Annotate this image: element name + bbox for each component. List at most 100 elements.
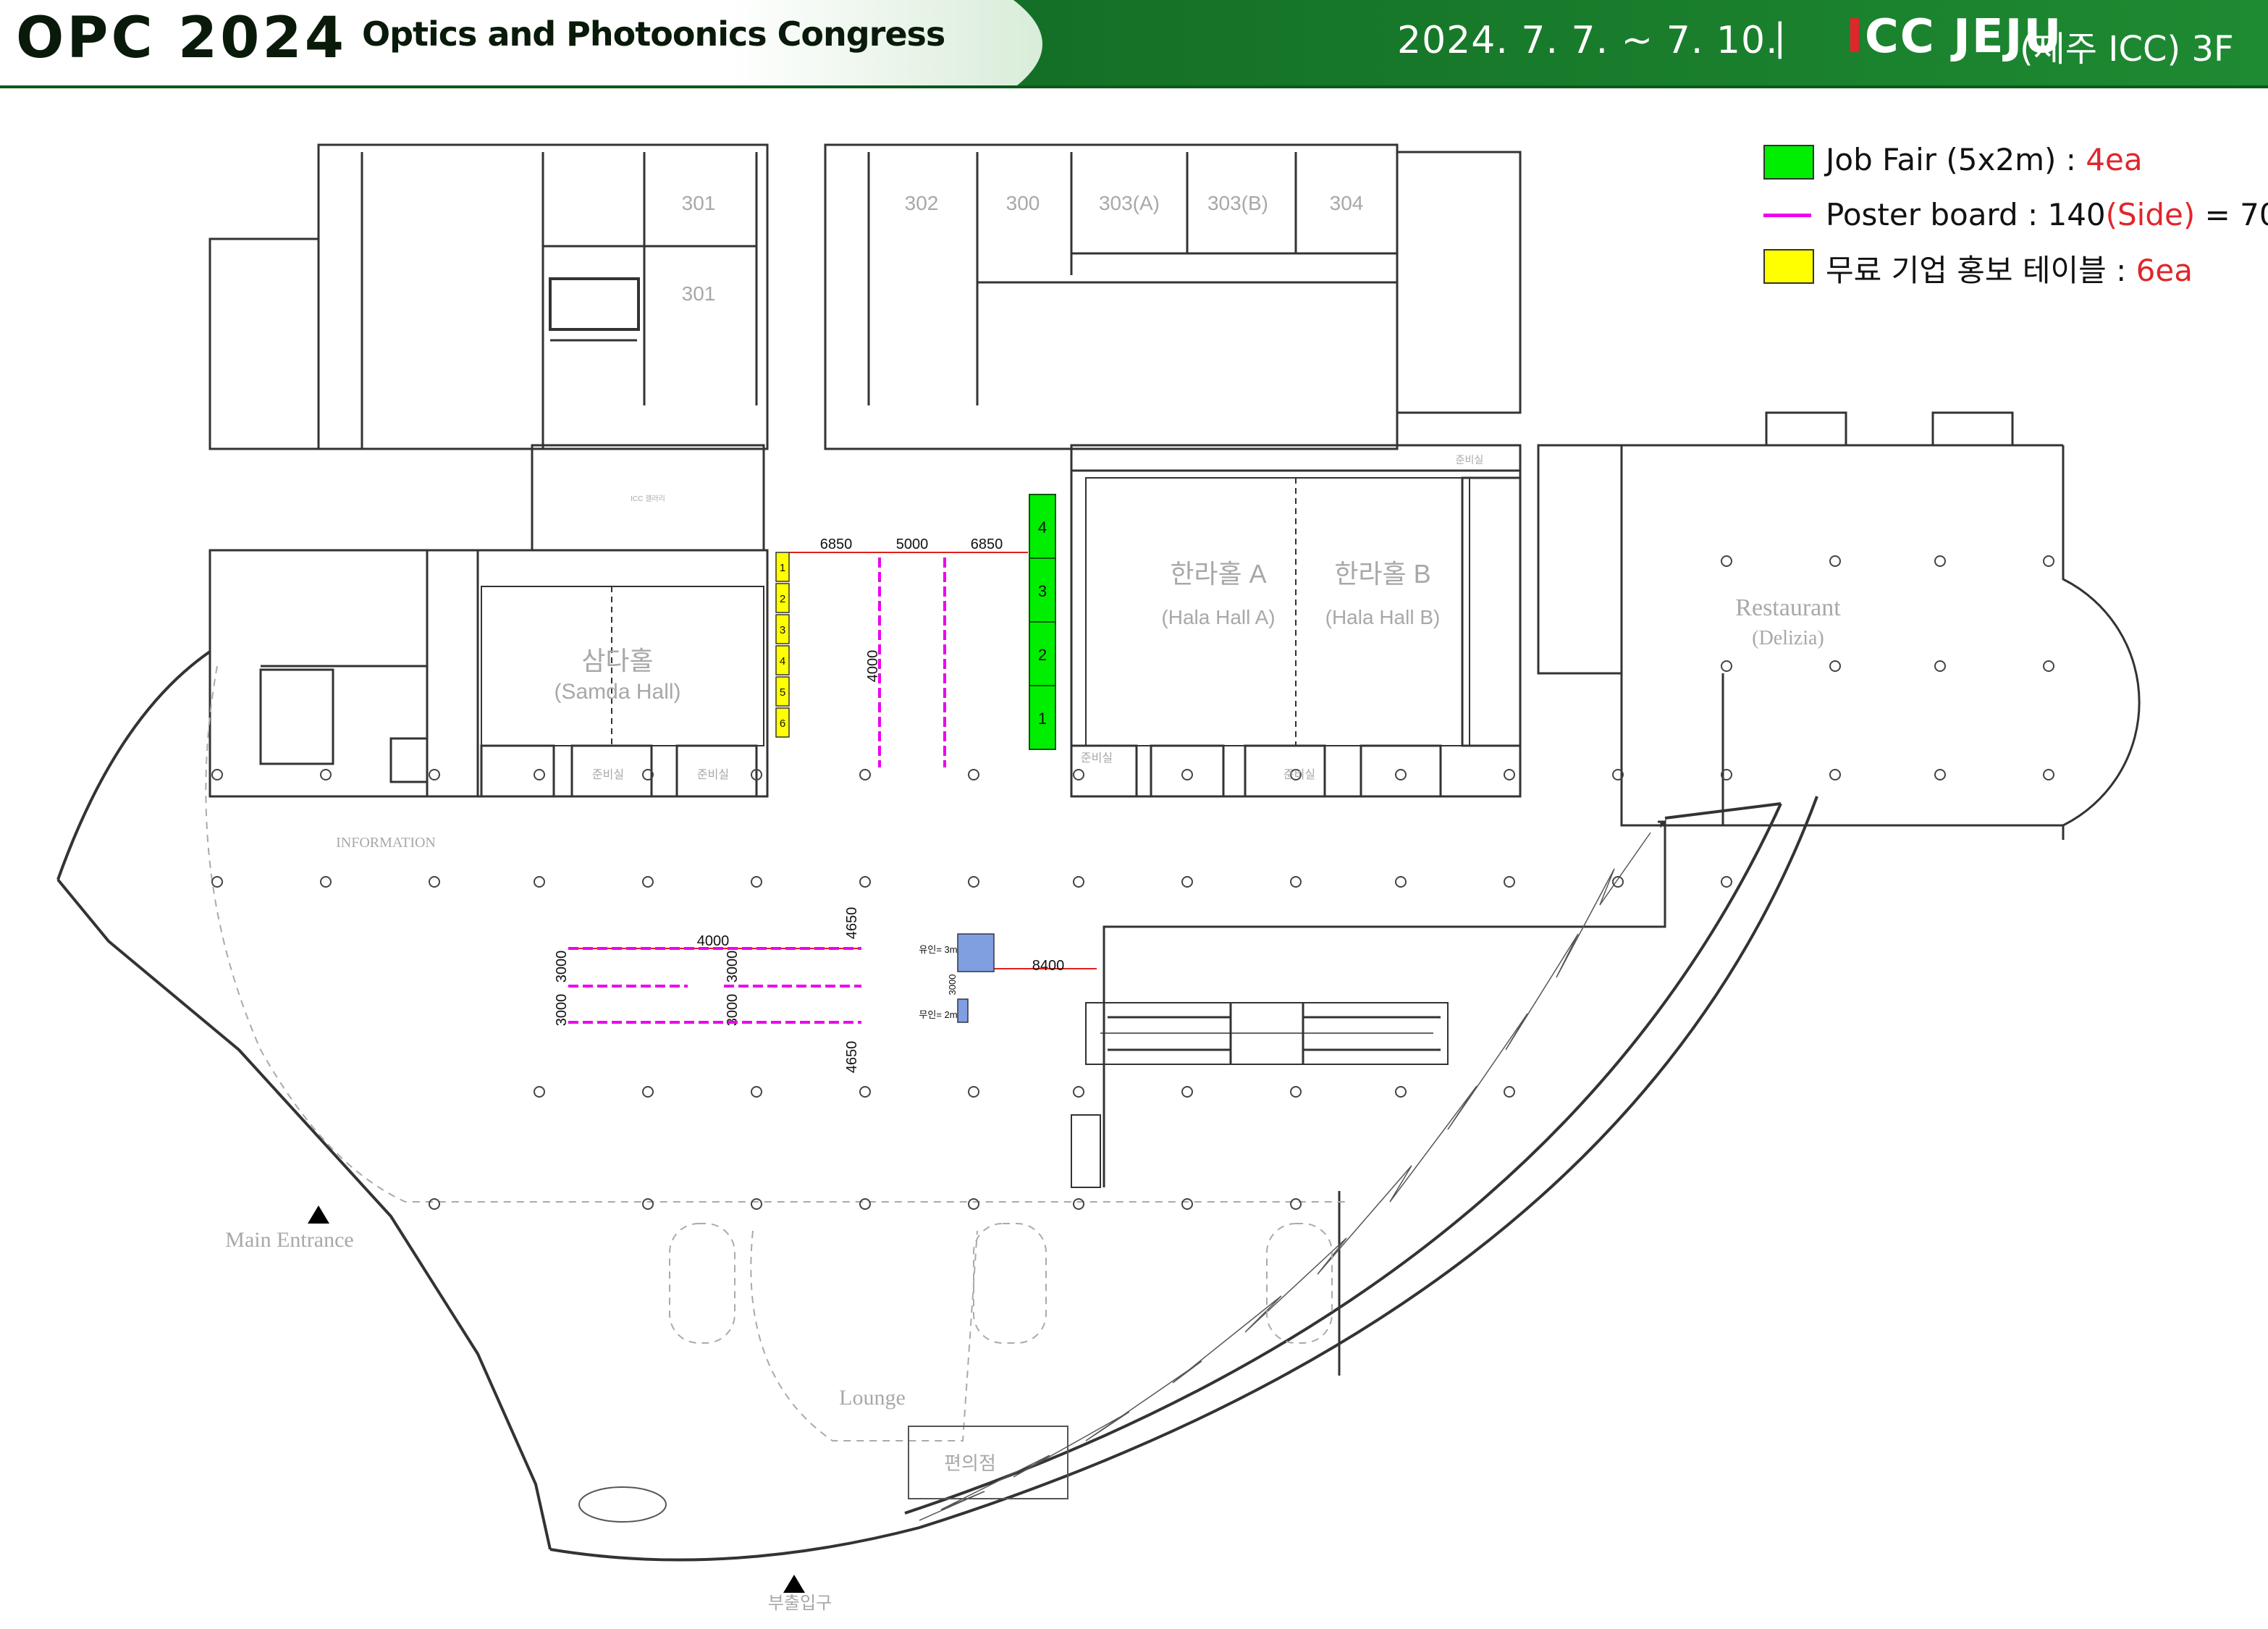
promo-table-number: 6 xyxy=(780,717,785,730)
venue-floor: (제주 ICC) 3F xyxy=(2020,29,2234,70)
promo-table-number: 5 xyxy=(780,686,785,699)
dim-3000-a: 3000 xyxy=(554,951,570,983)
room-301-upper: 301 xyxy=(682,192,716,214)
paid-booth-block xyxy=(957,933,995,972)
convenience-store-label: 편의점 xyxy=(944,1452,996,1474)
sub-entrance-arrow-icon xyxy=(783,1575,805,1593)
column-marker xyxy=(1395,1086,1407,1098)
column-marker xyxy=(429,769,440,780)
outer-wall-west xyxy=(56,650,211,880)
column-marker xyxy=(1721,876,1732,888)
column-marker xyxy=(1073,1198,1084,1210)
free-booth-block xyxy=(957,998,969,1023)
column-marker xyxy=(1395,769,1407,780)
column-marker xyxy=(642,1198,654,1210)
column-marker xyxy=(1829,660,1841,672)
job-fair-booth-number: 2 xyxy=(1038,646,1047,664)
restaurant-label: Restaurant xyxy=(1735,594,1841,621)
column-marker xyxy=(320,876,332,888)
column-marker xyxy=(211,876,223,888)
column-marker xyxy=(1504,1086,1515,1098)
column-marker xyxy=(429,876,440,888)
column-marker xyxy=(1290,876,1302,888)
job-fair-booth-number: 4 xyxy=(1038,518,1047,536)
column-marker xyxy=(534,876,545,888)
free-booth-label: 무인= 2m xyxy=(919,1009,957,1020)
promo-table-number: 1 xyxy=(780,562,785,574)
floor-plan: 301 301 302 300 303(A) 303(B) 304 삼다홀 (S… xyxy=(56,143,2141,1613)
column-markers xyxy=(211,555,2054,1210)
column-marker xyxy=(1290,1198,1302,1210)
column-marker xyxy=(859,769,871,780)
column-marker xyxy=(1073,1086,1084,1098)
dim-6850-left: 6850 xyxy=(820,536,853,552)
main-entrance-arrow-icon xyxy=(308,1205,329,1224)
promo-tables: 1 2 3 4 5 6 xyxy=(775,552,790,738)
column-marker xyxy=(1504,876,1515,888)
column-marker xyxy=(534,769,545,780)
column-marker xyxy=(1181,1086,1193,1098)
column-marker xyxy=(1073,876,1084,888)
prep-room-halla-3: 준비실 xyxy=(1456,454,1484,466)
main-entrance-label: Main Entrance xyxy=(225,1228,353,1252)
column-marker xyxy=(1829,769,1841,780)
room-303a: 303(A) xyxy=(1099,192,1160,214)
dim-3000-booth: 3000 xyxy=(947,975,958,996)
column-marker xyxy=(320,769,332,780)
column-marker xyxy=(1934,660,1946,672)
column-marker xyxy=(968,769,979,780)
job-fair-booth-number: 3 xyxy=(1038,582,1047,600)
venue-logo-accent: I xyxy=(1846,10,1865,64)
column-marker xyxy=(642,876,654,888)
lounge-label: Lounge xyxy=(839,1386,906,1410)
prep-room-halla-2: 준비실 xyxy=(1283,768,1315,781)
column-marker xyxy=(1181,769,1193,780)
column-marker xyxy=(1181,1198,1193,1210)
column-marker xyxy=(968,876,979,888)
column-marker xyxy=(751,1198,762,1210)
column-marker xyxy=(429,1198,440,1210)
column-marker xyxy=(642,1086,654,1098)
column-marker xyxy=(1721,660,1732,672)
halla-hall-a-label-ko: 한라홀 A xyxy=(1170,559,1266,589)
samda-hall-label-ko: 삼다홀 xyxy=(581,646,653,675)
column-marker xyxy=(1181,876,1193,888)
column-marker xyxy=(1504,769,1515,780)
dim-4650-lower: 4650 xyxy=(844,1041,860,1074)
prep-room-samda-2: 준비실 xyxy=(697,768,729,781)
event-dates: 2024. 7. 7. ~ 7. 10. xyxy=(1397,19,1779,62)
wall-block-north-center xyxy=(824,143,1399,450)
column-marker xyxy=(859,1086,871,1098)
promo-table-number: 3 xyxy=(780,624,785,636)
room-302: 302 xyxy=(905,192,939,214)
halla-hall-a-label-en: (Hala Hall A) xyxy=(1161,606,1275,628)
halla-hall-b-label-ko: 한라홀 B xyxy=(1334,559,1430,589)
dim-3000-b: 3000 xyxy=(554,994,570,1027)
event-code: OPC 2024 xyxy=(16,6,347,71)
dim-6850-right: 6850 xyxy=(971,536,1003,552)
prep-room-samda-1: 준비실 xyxy=(592,768,624,781)
column-marker xyxy=(751,1086,762,1098)
icc-gallery-label: ICC 갤러리 xyxy=(631,494,665,503)
column-marker xyxy=(1934,555,1946,567)
paid-booth-label: 유인= 3m xyxy=(919,944,957,955)
column-marker xyxy=(211,769,223,780)
room-300: 300 xyxy=(1006,192,1040,214)
column-marker xyxy=(1829,555,1841,567)
column-marker xyxy=(2043,660,2054,672)
column-marker xyxy=(1073,769,1084,780)
column-marker xyxy=(1395,876,1407,888)
sub-entrance-label: 부출입구 xyxy=(768,1594,832,1613)
event-name: Optics and Photoonics Congress xyxy=(362,14,945,54)
dim-4650-upper: 4650 xyxy=(844,907,860,940)
column-marker xyxy=(1934,769,1946,780)
prep-room-halla-1: 준비실 xyxy=(1081,752,1113,765)
promo-table-number: 2 xyxy=(780,593,785,605)
column-marker xyxy=(2043,769,2054,780)
job-fair-booth-number: 1 xyxy=(1038,710,1047,728)
column-marker xyxy=(968,1198,979,1210)
column-marker xyxy=(1290,1086,1302,1098)
column-marker xyxy=(859,1198,871,1210)
room-303b: 303(B) xyxy=(1207,192,1268,214)
outer-wall-south xyxy=(549,796,1818,1562)
